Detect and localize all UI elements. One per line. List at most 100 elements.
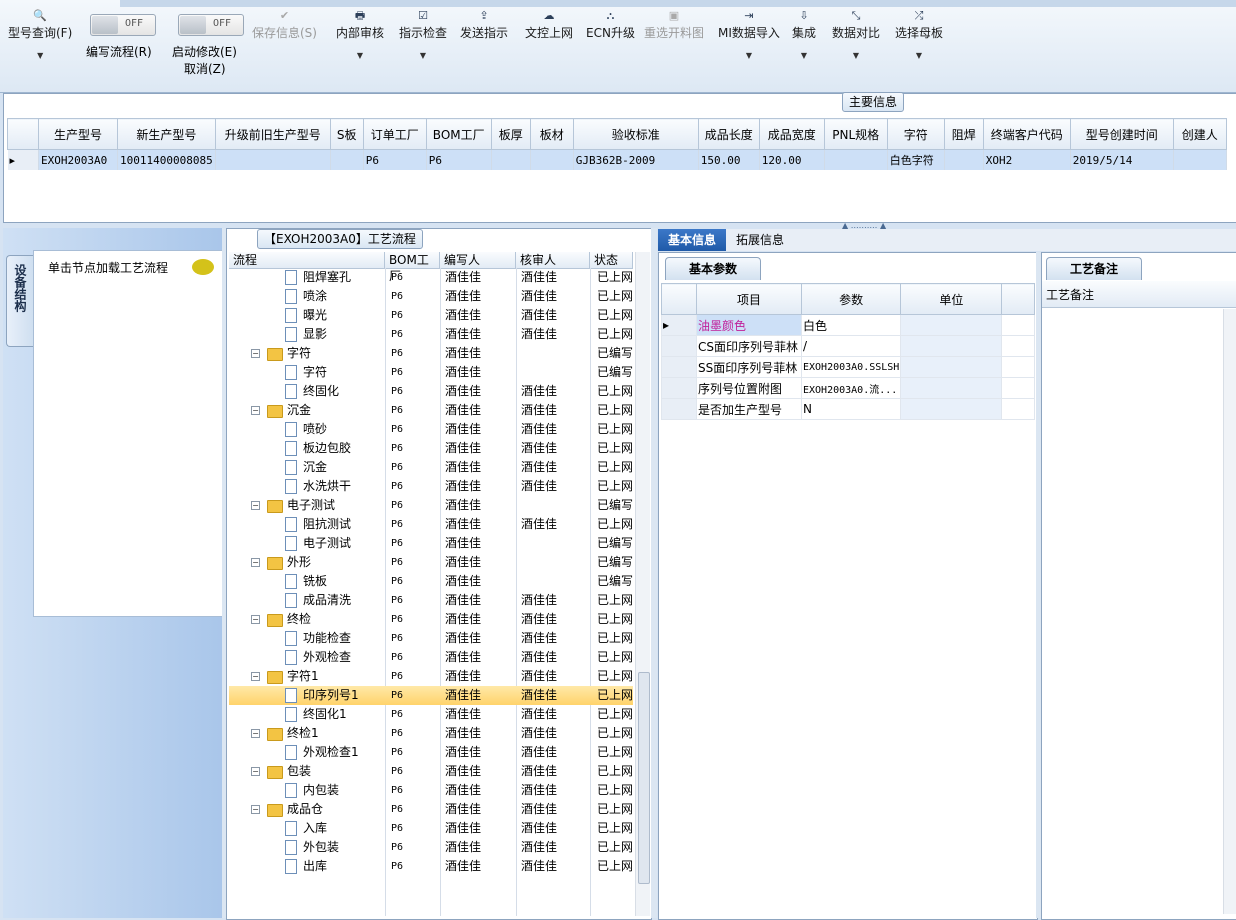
column-header[interactable]: 成品长度 bbox=[697, 118, 760, 150]
column-header[interactable]: 升级前旧生产型号 bbox=[214, 118, 331, 150]
basic-params-tab[interactable]: 基本参数 bbox=[665, 257, 761, 280]
grid-cell[interactable] bbox=[1173, 149, 1227, 170]
tree-row[interactable]: 沉金 P6 酒佳佳 酒佳佳 已上网 bbox=[229, 458, 633, 477]
col-header-process[interactable]: 流程 bbox=[229, 252, 385, 268]
col-header-item[interactable]: 项目 bbox=[696, 283, 802, 315]
grid-cell[interactable]: GJB362B-2009 bbox=[573, 149, 699, 170]
col-header-status[interactable]: 状态 bbox=[590, 252, 633, 268]
col-header-unit[interactable]: 单位 bbox=[900, 283, 1003, 315]
tree-row[interactable]: − 包装 P6 酒佳佳 酒佳佳 已上网 bbox=[229, 762, 633, 781]
tree-row[interactable]: 喷砂 P6 酒佳佳 酒佳佳 已上网 bbox=[229, 420, 633, 439]
column-header[interactable]: PNL规格 bbox=[823, 118, 888, 150]
column-header[interactable]: 板厚 bbox=[490, 118, 531, 150]
tree-row[interactable]: 电子测试 P6 酒佳佳 已编写 bbox=[229, 534, 633, 553]
column-header[interactable]: 阻焊 bbox=[943, 118, 984, 150]
tree-row[interactable]: − 电子测试 P6 酒佳佳 已编写 bbox=[229, 496, 633, 515]
grid-cell[interactable]: 10011400008085 bbox=[117, 149, 216, 170]
tree-row[interactable]: 阻焊塞孔 P6 酒佳佳 酒佳佳 已上网 bbox=[229, 268, 633, 287]
tree-row[interactable]: 功能检查 P6 酒佳佳 酒佳佳 已上网 bbox=[229, 629, 633, 648]
tree-row[interactable]: 铣板 P6 酒佳佳 已编写 bbox=[229, 572, 633, 591]
grid-cell[interactable]: 150.00 bbox=[698, 149, 760, 170]
chevron-down-icon[interactable]: ▼ bbox=[8, 51, 72, 60]
collapse-icon[interactable]: − bbox=[251, 672, 260, 681]
tree-row[interactable]: 终固化 P6 酒佳佳 酒佳佳 已上网 bbox=[229, 382, 633, 401]
grid-cell[interactable] bbox=[330, 149, 364, 170]
toolbar-button[interactable]: ⤮ 选择母板 ▼ bbox=[895, 8, 943, 60]
toolbar-button[interactable]: ⇪ 发送指示 bbox=[460, 8, 508, 41]
col-header-reviewer[interactable]: 核审人 bbox=[516, 252, 590, 268]
tree-scrollbar[interactable] bbox=[635, 252, 650, 916]
collapse-icon[interactable]: − bbox=[251, 767, 260, 776]
table-row[interactable]: ▸ 油墨颜色 白色 bbox=[661, 314, 1036, 336]
tree-row[interactable]: 印序列号1 P6 酒佳佳 酒佳佳 已上网 bbox=[229, 686, 633, 705]
tree-row[interactable]: 外包装 P6 酒佳佳 酒佳佳 已上网 bbox=[229, 838, 633, 857]
table-row[interactable]: CS面印序列号菲林 / bbox=[661, 335, 1036, 357]
table-row[interactable]: 序列号位置附图 EXOH2003A0.流... bbox=[661, 377, 1036, 399]
column-header[interactable]: 终端客户代码 bbox=[982, 118, 1071, 150]
toolbar-button[interactable]: 🖶 内部审核 ▼ bbox=[336, 8, 384, 60]
param-value-cell[interactable]: 白色 bbox=[800, 314, 902, 336]
param-value-cell[interactable]: / bbox=[800, 335, 902, 357]
grid-cell[interactable] bbox=[944, 149, 984, 170]
tab-extended-info[interactable]: 拓展信息 bbox=[730, 229, 790, 251]
grid-cell[interactable]: XOH2 bbox=[983, 149, 1071, 170]
param-unit-cell[interactable] bbox=[900, 377, 1003, 399]
tree-row[interactable]: 外观检查1 P6 酒佳佳 酒佳佳 已上网 bbox=[229, 743, 633, 762]
grid-cell[interactable]: 白色字符 bbox=[887, 149, 945, 170]
grid-cell[interactable]: 2019/5/14 bbox=[1070, 149, 1174, 170]
tree-row[interactable]: 成品清洗 P6 酒佳佳 酒佳佳 已上网 bbox=[229, 591, 633, 610]
param-unit-cell[interactable] bbox=[900, 314, 1003, 336]
param-value-cell[interactable]: EXOH2003A0.SSLSH bbox=[800, 356, 902, 378]
table-row[interactable]: SS面印序列号菲林 EXOH2003A0.SSLSH bbox=[661, 356, 1036, 378]
tree-row[interactable]: 字符 P6 酒佳佳 已编写 bbox=[229, 363, 633, 382]
toolbar-button[interactable]: ☁ 文控上网 bbox=[525, 8, 573, 41]
tree-row[interactable]: − 沉金 P6 酒佳佳 酒佳佳 已上网 bbox=[229, 401, 633, 420]
chevron-down-icon[interactable]: ▼ bbox=[718, 51, 780, 60]
toolbar-button[interactable]: ⇩ 集成 ▼ bbox=[792, 8, 816, 60]
chevron-down-icon[interactable]: ▼ bbox=[336, 51, 384, 60]
toolbar-button[interactable]: ✔ 保存信息(S) bbox=[252, 8, 317, 41]
column-header[interactable]: 成品宽度 bbox=[758, 118, 825, 150]
tree-row[interactable]: − 成品仓 P6 酒佳佳 酒佳佳 已上网 bbox=[229, 800, 633, 819]
toolbar-button[interactable]: ⇥ MI数据导入 ▼ bbox=[718, 8, 780, 60]
collapse-icon[interactable]: − bbox=[251, 729, 260, 738]
tree-row[interactable]: 水洗烘干 P6 酒佳佳 酒佳佳 已上网 bbox=[229, 477, 633, 496]
grid-cell[interactable] bbox=[530, 149, 574, 170]
tree-row[interactable]: − 外形 P6 酒佳佳 已编写 bbox=[229, 553, 633, 572]
column-header[interactable]: 生产型号 bbox=[38, 118, 118, 150]
column-header[interactable]: 订单工厂 bbox=[362, 118, 427, 150]
column-header[interactable]: S板 bbox=[329, 118, 364, 150]
column-header[interactable]: 型号创建时间 bbox=[1069, 118, 1174, 150]
write-process-toggle[interactable]: OFF bbox=[90, 14, 156, 36]
collapse-icon[interactable]: − bbox=[251, 501, 260, 510]
notes-scrollbar[interactable] bbox=[1223, 309, 1236, 914]
grid-cell[interactable]: EXOH2003A0 bbox=[38, 149, 118, 170]
param-value-cell[interactable]: N bbox=[800, 398, 902, 420]
scrollbar-thumb[interactable] bbox=[638, 672, 650, 884]
chevron-down-icon[interactable]: ▼ bbox=[399, 51, 447, 60]
param-unit-cell[interactable] bbox=[900, 398, 1003, 420]
collapse-icon[interactable]: − bbox=[251, 805, 260, 814]
collapse-icon[interactable]: − bbox=[251, 558, 260, 567]
col-header-param[interactable]: 参数 bbox=[800, 283, 902, 315]
table-row[interactable]: 是否加生产型号 N bbox=[661, 398, 1036, 420]
chevron-down-icon[interactable]: ▼ bbox=[792, 51, 816, 60]
table-row[interactable]: ▸ EXOH2003A0 10011400008085 P6 P6 GJB362B-200… bbox=[7, 149, 1227, 170]
grid-cell[interactable] bbox=[824, 149, 888, 170]
start-modify-toggle[interactable]: OFF bbox=[178, 14, 244, 36]
tree-row[interactable]: 阻抗测试 P6 酒佳佳 酒佳佳 已上网 bbox=[229, 515, 633, 534]
tree-row[interactable]: 显影 P6 酒佳佳 酒佳佳 已上网 bbox=[229, 325, 633, 344]
param-value-cell[interactable]: EXOH2003A0.流... bbox=[800, 377, 902, 399]
column-header[interactable]: 创建人 bbox=[1172, 118, 1227, 150]
tree-row[interactable]: − 字符1 P6 酒佳佳 酒佳佳 已上网 bbox=[229, 667, 633, 686]
column-header[interactable]: 新生产型号 bbox=[117, 118, 216, 150]
toolbar-button[interactable]: ▣ 重选开料图 bbox=[644, 8, 704, 41]
toolbar-button[interactable]: ⤡ 数据对比 ▼ bbox=[832, 8, 880, 60]
column-header[interactable]: 板材 bbox=[529, 118, 574, 150]
toolbar-button[interactable]: 🔍 型号查询(F) ▼ bbox=[8, 8, 72, 60]
grid-cell[interactable]: P6 bbox=[426, 149, 492, 170]
tab-basic-info[interactable]: 基本信息 bbox=[658, 229, 726, 251]
column-header[interactable]: 字符 bbox=[886, 118, 945, 150]
tree-row[interactable]: − 字符 P6 酒佳佳 已编写 bbox=[229, 344, 633, 363]
column-header[interactable]: 验收标准 bbox=[572, 118, 699, 150]
